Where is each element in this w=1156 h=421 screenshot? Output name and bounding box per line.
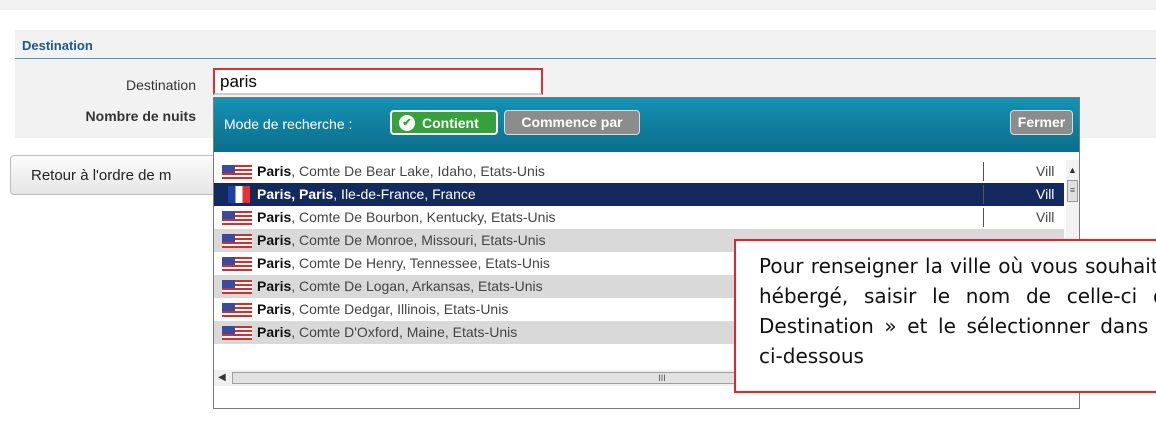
top-strip xyxy=(0,0,1156,10)
result-type: Vill xyxy=(1036,209,1055,225)
result-match: Paris xyxy=(257,324,292,340)
retour-button[interactable]: Retour à l'ordre de m xyxy=(10,155,225,195)
result-detail: , Ile-de-France, France xyxy=(333,186,476,202)
section-title: Destination xyxy=(22,38,93,53)
check-icon: ✔ xyxy=(399,115,415,131)
result-match: Paris xyxy=(257,278,292,294)
fermer-label: Fermer xyxy=(1017,114,1066,130)
result-label: Paris, Comte De Logan, Arkansas, Etats-U… xyxy=(257,278,543,294)
destination-label: Destination xyxy=(125,77,196,93)
commence-par-button[interactable]: Commence par xyxy=(504,110,640,135)
us-flag-icon xyxy=(222,303,252,317)
result-row[interactable]: Paris, Paris, Ile-de-France, France Vill xyxy=(214,183,1064,206)
result-detail: , Comte De Monroe, Missouri, Etats-Unis xyxy=(291,232,546,248)
result-detail: , Comte D'Oxford, Maine, Etats-Unis xyxy=(291,324,518,340)
us-flag-icon xyxy=(222,234,252,248)
result-match: Paris xyxy=(257,301,292,317)
column-separator xyxy=(983,185,984,204)
result-label: Paris, Paris, Ile-de-France, France xyxy=(257,186,476,202)
column-separator xyxy=(983,162,984,181)
commence-label: Commence par xyxy=(521,114,623,130)
result-detail: , Comte De Bourbon, Kentucky, Etats-Unis xyxy=(291,209,556,225)
us-flag-icon xyxy=(222,280,252,294)
result-match: Paris xyxy=(257,163,292,179)
result-label: Paris, Comte De Bear Lake, Idaho, Etats-… xyxy=(257,163,545,179)
result-detail: , Comte De Logan, Arkansas, Etats-Unis xyxy=(291,278,543,294)
destination-input[interactable] xyxy=(213,68,543,95)
fr-flag-icon xyxy=(228,186,250,203)
result-label: Paris, Comte De Henry, Tennessee, Etats-… xyxy=(257,255,550,271)
result-type: Vill xyxy=(1036,186,1055,202)
us-flag-icon xyxy=(222,165,252,179)
result-label: Paris, Comte D'Oxford, Maine, Etats-Unis xyxy=(257,324,517,340)
result-match: Paris, Paris xyxy=(257,186,334,202)
result-row[interactable]: Paris, Comte De Bear Lake, Idaho, Etats-… xyxy=(214,160,1064,183)
column-separator xyxy=(983,208,984,227)
contient-label: Contient xyxy=(422,115,479,131)
result-label: Paris, Comte Dedgar, Illinois, Etats-Uni… xyxy=(257,301,508,317)
contient-button[interactable]: ✔ Contient xyxy=(390,110,498,135)
scroll-left-arrow-icon[interactable]: ◀ xyxy=(218,370,226,386)
result-detail: , Comte De Henry, Tennessee, Etats-Unis xyxy=(291,255,550,271)
dropdown-header: Mode de recherche : ✔ Contient Commence … xyxy=(214,98,1079,152)
result-detail: , Comte Dedgar, Illinois, Etats-Unis xyxy=(291,301,509,317)
us-flag-icon xyxy=(222,326,252,340)
result-detail: , Comte De Bear Lake, Idaho, Etats-Unis xyxy=(291,163,545,179)
fermer-button[interactable]: Fermer xyxy=(1010,110,1073,135)
result-match: Paris xyxy=(257,232,292,248)
result-match: Paris xyxy=(257,255,292,271)
result-label: Paris, Comte De Bourbon, Kentucky, Etats… xyxy=(257,209,556,225)
us-flag-icon xyxy=(222,257,252,271)
us-flag-icon xyxy=(222,211,252,225)
result-row[interactable]: Paris, Comte De Bourbon, Kentucky, Etats… xyxy=(214,206,1064,229)
scroll-up-arrow-icon[interactable]: ▲ xyxy=(1066,164,1079,177)
help-callout: Pour renseigner la ville où vous souhait… xyxy=(734,239,1156,393)
nights-label: Nombre de nuits xyxy=(85,108,196,124)
scroll-thumb[interactable]: ≡ xyxy=(1067,180,1078,202)
result-type: Vill xyxy=(1036,163,1055,179)
search-mode-label: Mode de recherche : xyxy=(224,116,353,132)
section-divider xyxy=(15,58,1156,59)
result-match: Paris xyxy=(257,209,292,225)
result-label: Paris, Comte De Monroe, Missouri, Etats-… xyxy=(257,232,546,248)
help-text: Pour renseigner la ville où vous souhait… xyxy=(759,254,1156,368)
